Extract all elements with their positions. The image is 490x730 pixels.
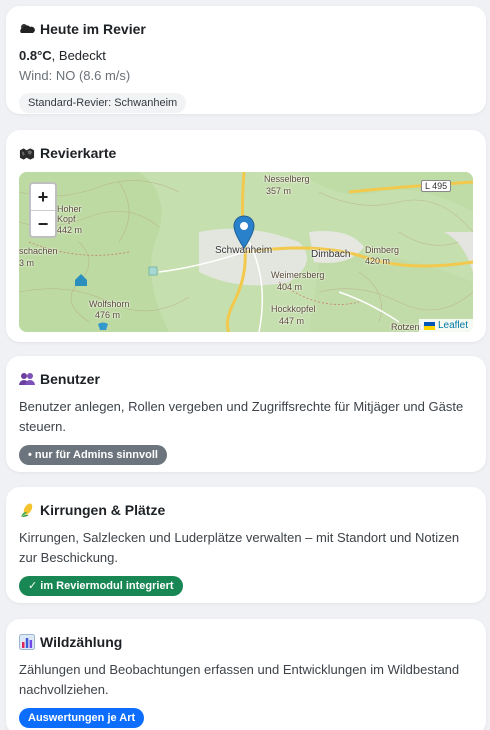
users-description: Benutzer anlegen, Rollen vergeben und Zu…	[19, 399, 464, 434]
map-label-hoher: Hoher	[57, 204, 82, 214]
weather-title: Heute im Revier	[40, 21, 146, 37]
map-label-wolfshorn-height: 476 m	[95, 310, 121, 320]
map-label-dimberg-height: 420 m	[365, 256, 391, 266]
map-label-dimbach: Dimbach	[311, 249, 351, 260]
map-title: Revierkarte	[40, 145, 117, 161]
map-card-title: Revierkarte	[19, 143, 473, 163]
people-icon	[19, 371, 35, 387]
weather-temperature: 0.8°C	[19, 48, 52, 63]
map-label-nesselberg-height: 357 m	[266, 186, 292, 196]
corn-icon	[19, 502, 35, 518]
feeding-card-title: Kirrungen & Plätze	[19, 500, 473, 520]
weather-wind: Wind: NO (8.6 m/s)	[19, 68, 131, 83]
census-description: Zählungen und Beobachtungen erfassen und…	[19, 662, 460, 697]
integrated-badge: ✓ im Reviermodul integriert	[19, 576, 183, 596]
feeding-title: Kirrungen & Plätze	[40, 502, 166, 518]
zoom-control: + −	[29, 182, 57, 238]
weather-card: Heute im Revier 0.8°C, Bedeckt Wind: NO …	[6, 6, 486, 114]
weather-current: 0.8°C, Bedeckt	[19, 47, 473, 65]
feeding-card[interactable]: Kirrungen & Plätze Kirrungen, Salzlecken…	[6, 487, 486, 603]
map-label-nesselberg: Nesselberg	[264, 174, 310, 184]
cloud-icon	[19, 21, 35, 37]
evaluation-badge: Auswertungen je Art	[19, 708, 145, 728]
map-label-hockkopf-height: 447 m	[279, 316, 305, 326]
map-label-hockkopf: Hockkopfel	[271, 304, 316, 314]
weather-condition: , Bedeckt	[51, 48, 106, 63]
location-marker-icon[interactable]	[233, 215, 255, 249]
admin-only-badge: • nur für Admins sinnvoll	[19, 445, 167, 465]
map-attribution[interactable]: Leaflet	[418, 319, 473, 332]
census-title: Wildzählung	[40, 634, 123, 650]
census-card-title: Wildzählung	[19, 632, 473, 652]
attribution-link[interactable]: Leaflet	[438, 320, 468, 331]
map-label-weimersberg: Weimersberg	[271, 270, 325, 280]
feeding-description: Kirrungen, Salzlecken und Luderplätze ve…	[19, 530, 460, 565]
weather-card-title: Heute im Revier	[19, 19, 473, 39]
users-card[interactable]: Benutzer Benutzer anlegen, Rollen vergeb…	[6, 356, 486, 472]
users-title: Benutzer	[40, 371, 100, 387]
map-label-wolfshorn: Wolfshorn	[89, 299, 130, 309]
map-card: Revierkarte Nesselberg 357 m L 495 Hoher…	[6, 130, 486, 342]
zoom-out-button[interactable]: −	[31, 210, 55, 236]
map-label-kopf: Kopf	[57, 214, 76, 224]
map-road-label: L 495	[421, 180, 452, 192]
map-label-dimberg: Dimberg	[365, 245, 400, 255]
ukraine-flag-icon	[423, 321, 435, 330]
census-card[interactable]: Wildzählung Zählungen und Beobachtungen …	[6, 619, 486, 730]
map-label-weimersberg-height: 404 m	[277, 282, 303, 292]
area-map[interactable]: Nesselberg 357 m L 495 Hoher Kopf 442 m …	[19, 172, 473, 332]
bar-chart-icon	[19, 634, 35, 650]
map-label-schachen: schachen	[19, 246, 58, 256]
map-label-kopf-height: 442 m	[57, 225, 83, 235]
zoom-in-button[interactable]: +	[31, 184, 55, 210]
world-map-icon	[19, 145, 35, 161]
users-card-title: Benutzer	[19, 369, 473, 389]
default-area-badge: Standard-Revier: Schwanheim	[19, 93, 187, 113]
map-label-schachen-height: 3 m	[19, 258, 35, 268]
